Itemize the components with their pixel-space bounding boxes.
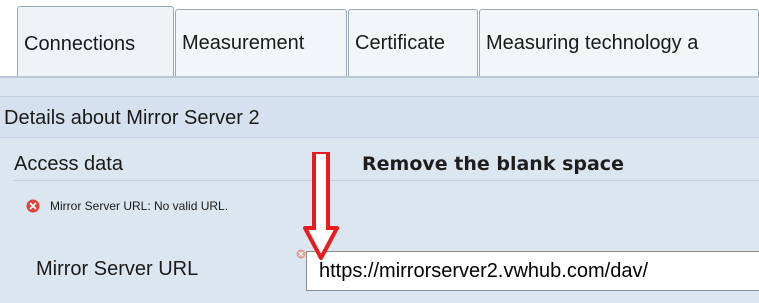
tab-divider [0,76,759,78]
validation-message: Mirror Server URL: No valid URL. [50,199,229,213]
error-x-icon [26,199,40,213]
mirror-url-label: Mirror Server URL [36,258,199,280]
tab-bar: Connections Measurement Certificate Meas… [0,0,759,76]
tab-connections[interactable]: Connections [17,6,174,76]
annotation-arrow-icon [303,152,339,260]
mirror-url-input[interactable] [306,251,759,291]
section-divider [14,180,759,181]
tab-certificate[interactable]: Certificate [348,9,478,76]
annotation-text: Remove the blank space [362,153,624,175]
details-title: Details about Mirror Server 2 [4,107,260,129]
section-title-access-data: Access data [14,153,123,175]
details-header: Details about Mirror Server 2 [0,96,759,138]
tab-measuring-technology[interactable]: Measuring technology a [479,9,759,76]
tab-measurement[interactable]: Measurement [175,9,347,76]
